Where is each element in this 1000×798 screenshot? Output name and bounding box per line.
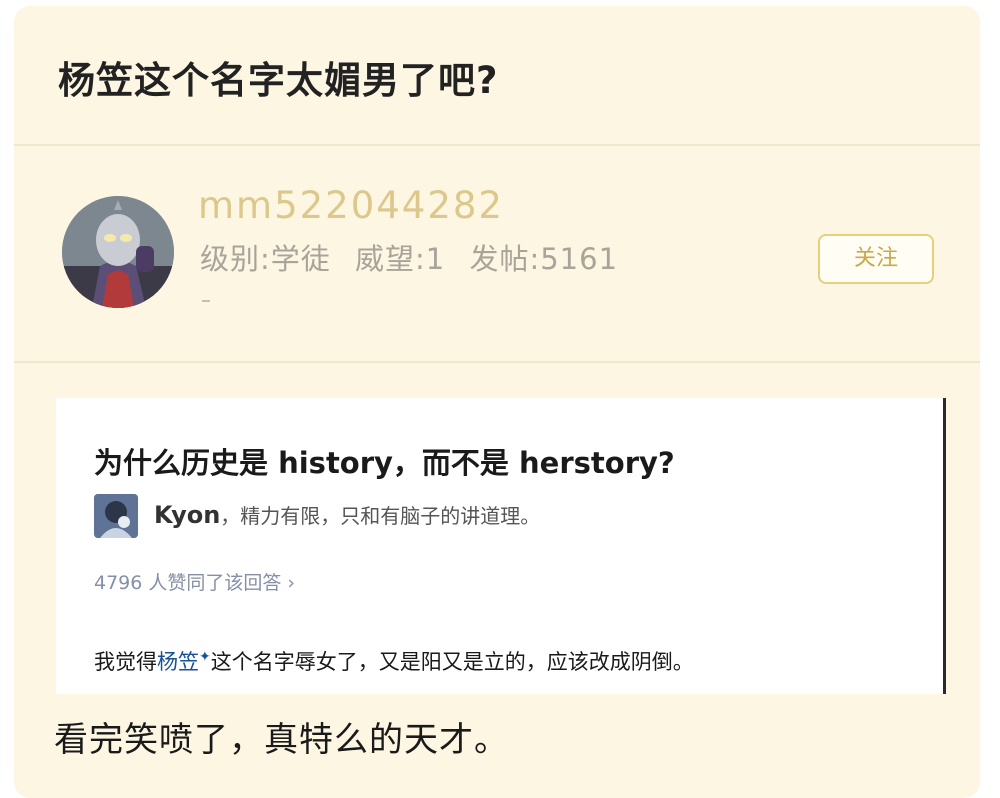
answerer-avatar-icon <box>94 494 138 538</box>
post-card: 杨笠这个名字太媚男了吧? mm522044282 级别:学徒 威望:1 发帖:5… <box>14 6 980 798</box>
embedded-screenshot: 为什么历史是 history，而不是 herstory? Kyon，精力有限，只… <box>56 398 946 694</box>
link-mark-icon: ✦ <box>199 649 211 665</box>
user-level: 级别:学徒 <box>200 242 331 276</box>
user-stats: 级别:学徒 威望:1 发帖:5161 <box>200 236 632 278</box>
post-title: 杨笠这个名字太媚男了吧? <box>58 59 499 102</box>
answerer-row: Kyon，精力有限，只和有脑子的讲道理。 <box>154 500 540 529</box>
upvote-count: 4796 人赞同了该回答 › <box>94 572 296 594</box>
answerer-avatar <box>94 494 138 538</box>
avatar-image-icon <box>62 196 174 308</box>
user-prestige: 威望:1 <box>355 242 446 276</box>
answer-text: 我觉得杨笠✦这个名字辱女了，又是阳又是立的，应该改成阴倒。 <box>94 646 694 676</box>
username[interactable]: mm522044282 <box>198 184 504 227</box>
follow-button[interactable]: 关注 <box>818 234 934 284</box>
question-title: 为什么历史是 history，而不是 herstory? <box>94 446 675 480</box>
divider <box>14 361 980 363</box>
answer-name-link: 杨笠 <box>157 650 199 674</box>
user-post-count: 发帖:5161 <box>469 242 619 276</box>
divider <box>14 144 980 146</box>
answerer-bio: ，精力有限，只和有脑子的讲道理。 <box>220 504 541 528</box>
avatar[interactable] <box>62 196 174 308</box>
signature-mark <box>202 300 210 302</box>
answer-text-end: 这个名字辱女了，又是阳又是立的，应该改成阴倒。 <box>210 650 694 674</box>
answerer-name: Kyon <box>154 501 221 529</box>
answer-text-start: 我觉得 <box>94 650 157 674</box>
page: 杨笠这个名字太媚男了吧? mm522044282 级别:学徒 威望:1 发帖:5… <box>0 0 1000 798</box>
post-caption: 看完笑喷了，真特么的天才。 <box>54 720 509 760</box>
